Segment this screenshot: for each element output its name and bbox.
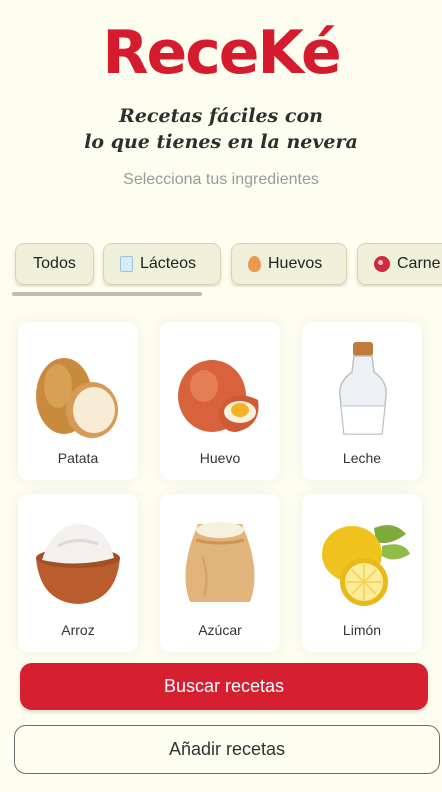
potato-icon: [36, 358, 118, 438]
tab-label: Lácteos: [140, 255, 197, 272]
tab-label: Todos: [33, 255, 76, 272]
lemon-icon: [322, 525, 410, 606]
sugar-sack-icon: [185, 522, 255, 602]
milk-bottle-icon: [339, 342, 387, 435]
tabs-scroll-indicator[interactable]: [12, 292, 202, 296]
ingredient-label: Patata: [57, 450, 99, 466]
tab-lacteos[interactable]: Lácteos: [103, 243, 221, 285]
milk-glass-icon: [120, 256, 133, 272]
category-tabs: Todos Lácteos Huevos Carne: [0, 243, 442, 287]
meat-icon: [374, 256, 390, 272]
tab-label: Carne: [397, 255, 441, 272]
ingredient-card-limon[interactable]: Limón: [302, 494, 422, 652]
ingredient-card-patata[interactable]: Patata: [18, 322, 138, 480]
tab-carne[interactable]: Carne: [357, 243, 442, 285]
ingredient-label: Huevo: [199, 450, 241, 466]
ingredient-card-huevo[interactable]: Huevo: [160, 322, 280, 480]
ingredient-card-azucar[interactable]: Azúcar: [160, 494, 280, 652]
ingredients-subtitle: Selecciona tus ingredientes: [123, 171, 319, 188]
ingredient-card-leche[interactable]: Leche: [302, 322, 422, 480]
app-screen: ReceKé Recetas fáciles con lo que tienes…: [0, 0, 442, 792]
tab-todos[interactable]: Todos: [15, 243, 94, 285]
egg-icon: [178, 360, 259, 432]
ingredient-label: Arroz: [61, 622, 95, 638]
egg-icon: [248, 256, 261, 272]
ingredient-label: Limón: [342, 622, 382, 638]
app-logo: ReceKé: [102, 18, 341, 88]
ingredient-label: Leche: [342, 450, 382, 466]
tagline-line-2: lo que tienes en la nevera: [84, 131, 358, 153]
tagline-line-1: Recetas fáciles con: [119, 105, 323, 127]
tab-label: Huevos: [268, 255, 323, 272]
ingredient-label: Azúcar: [198, 622, 242, 638]
tagline: Recetas fáciles con lo que tienes en la …: [0, 103, 442, 155]
rice-bowl-icon: [36, 524, 120, 604]
ingredient-card-arroz[interactable]: Arroz: [18, 494, 138, 652]
tab-huevos[interactable]: Huevos: [231, 243, 347, 285]
add-recipes-button[interactable]: Añadir recetas: [14, 725, 440, 774]
search-recipes-button[interactable]: Buscar recetas: [20, 663, 428, 710]
